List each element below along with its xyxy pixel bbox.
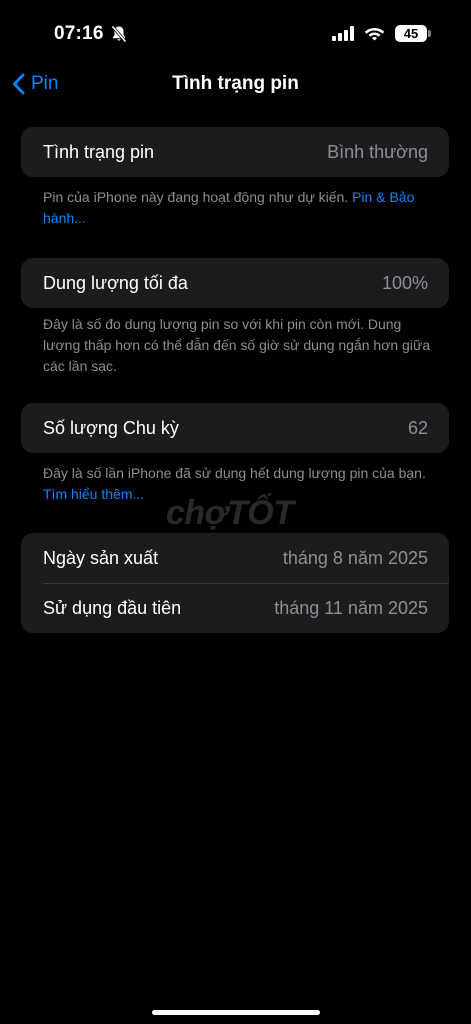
first-use-label: Sử dụng đầu tiên [43,597,182,618]
page-title: Tình trạng pin [172,73,299,94]
status-time-group: 07:16 [54,23,127,45]
battery-health-value: Bình thường [327,141,428,162]
battery-cap [428,30,431,37]
manufacture-date-value: tháng 8 năm 2025 [282,547,428,568]
cycle-count-footnote-text: Đây là số lần iPhone đã sử dụng hết dung… [43,465,426,481]
manufacture-date-row: Ngày sản xuất tháng 8 năm 2025 [21,533,449,583]
maximum-capacity-group: Dung lượng tối đa 100% [21,258,449,308]
chotot-watermark: chợTỐT [166,494,294,532]
status-time: 07:16 [54,23,104,44]
battery-health-footnote-text: Pin của iPhone này đang hoạt động như dự… [43,189,349,205]
battery-health-label: Tình trạng pin [43,141,155,162]
navigation-bar: Pin Tình trạng pin [0,62,471,106]
maximum-capacity-row: Dung lượng tối đa 100% [21,258,449,308]
status-indicators: 45 [332,25,431,42]
maximum-capacity-value: 100% [381,272,428,293]
battery-icon: 45 [395,25,431,42]
battery-health-row[interactable]: Tình trạng pin Bình thường [21,127,449,177]
cycle-count-value: 62 [407,417,428,438]
cycle-count-row: Số lượng Chu kỳ 62 [21,403,449,453]
manufacture-date-label: Ngày sản xuất [43,547,159,568]
first-use-row: Sử dụng đầu tiên tháng 11 năm 2025 [21,583,449,633]
cellular-signal-icon [332,26,354,41]
maximum-capacity-footnote: Đây là số đo dung lượng pin so với khi p… [43,316,431,374]
battery-health-footnote: Pin của iPhone này đang hoạt động như dự… [43,187,433,229]
silent-mode-bell-icon [110,25,127,43]
battery-health-screen: 07:16 45 Pin Tình trạng pin Tình trạng p… [0,0,471,1024]
home-indicator[interactable] [152,1010,320,1015]
first-use-value: tháng 11 năm 2025 [274,597,428,618]
cycle-count-group: Số lượng Chu kỳ 62 [21,403,449,453]
status-bar: 07:16 45 [0,0,471,62]
cycle-count-label: Số lượng Chu kỳ [43,417,179,438]
dates-group: Ngày sản xuất tháng 8 năm 2025 Sử dụng đ… [21,533,449,633]
battery-level: 45 [403,26,419,41]
learn-more-link[interactable]: Tìm hiểu thêm... [43,486,144,502]
maximum-capacity-label: Dung lượng tối đa [43,272,188,293]
wifi-icon [364,28,385,41]
battery-health-group: Tình trạng pin Bình thường [21,127,449,177]
